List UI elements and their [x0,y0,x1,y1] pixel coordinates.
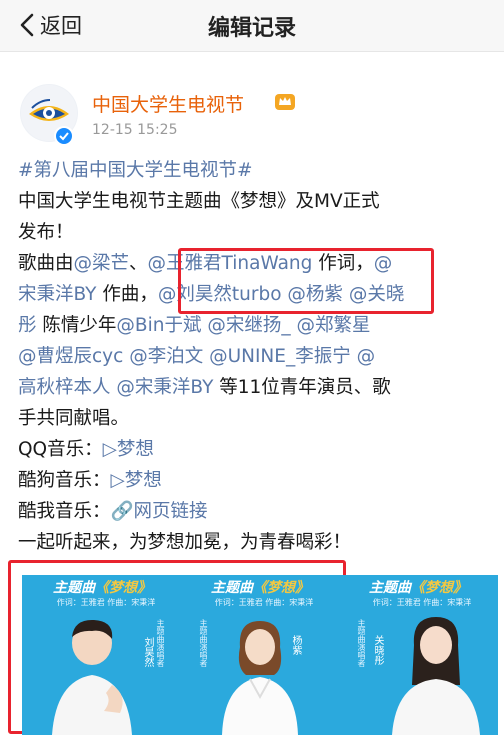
mention-link[interactable]: @宋秉洋BY [116,377,213,398]
post-text-line: 一起听起来，为梦想加冕，为青春喝彩！ [18,527,488,558]
post-text: 酷狗音乐： [18,470,111,491]
mention-link[interactable]: @曹煜辰cyc [18,346,123,367]
post-content: #第八届中国大学生电视节# 中国大学生电视节主题曲《梦想》及MV正式 发布！ 歌曲由@… [18,155,488,558]
top-bar: 返回 编辑记录 [0,0,504,52]
post-text: 陈情少年 [36,315,117,336]
poster-side-text: 主题曲演唱者 [357,619,366,667]
mention-link[interactable]: 宋秉洋BY [18,284,96,305]
post-text: 一起听起来，为梦想加冕，为青春喝彩！ [18,532,352,553]
post-text: 等11位青年演员、歌 [213,377,391,398]
singer-photo [52,619,132,735]
poster-singer-name: 关晓彤 [372,635,383,665]
singer-photo [222,621,298,735]
post-text: 歌曲由 [18,253,74,274]
verified-icon [54,126,74,146]
post-text-line: @曹煜辰cyc @李泊文 @UNINE_李振宁 @ [18,341,488,372]
post-text-line: 酷狗音乐：▷梦想 [18,465,488,496]
poster-title: 主题曲《梦想》 [369,580,467,596]
post-text: 中国大学生电视节主题曲《梦想》及MV正式 [18,191,380,212]
post-text: QQ音乐： [18,439,103,460]
poster-credits: 作词：王雅君 作曲：宋秉洋 [214,598,314,607]
mention-link[interactable]: @Bin于斌 [116,315,201,336]
poster-singer-name: 刘昊然 [142,637,153,667]
mention-link[interactable]: @梁芒 [74,253,130,274]
post-text-line: 发布！ [18,217,488,248]
page-title: 编辑记录 [207,16,296,41]
post-text-line: #第八届中国大学生电视节# [18,155,488,186]
mention-link[interactable]: @宋继扬_ [207,315,290,336]
post-text: 作曲， [96,284,158,305]
music-link[interactable]: ▷梦想 [103,439,154,460]
post-text-line: 彤 陈情少年@Bin于斌 @宋继扬_ @郑繁星 [18,310,488,341]
post-text-line: 高秋梓本人 @宋秉洋BY 等11位青年演员、歌 [18,372,488,403]
music-link[interactable]: 🔗网页链接 [111,501,208,522]
mention-link[interactable]: @ [357,346,376,367]
mention-link[interactable]: 彤 [18,315,37,336]
image-grid: 主题曲《梦想》 作词：王雅君 作曲：宋秉洋 主题曲演唱者 刘昊然 主题曲《梦想》… [0,575,504,735]
post-text-line: 手共同献唱。 [18,403,488,434]
mention-link[interactable]: @李泊文 [129,346,203,367]
post-text: 发布！ [18,222,74,243]
post-text-line: QQ音乐：▷梦想 [18,434,488,465]
hashtag-link[interactable]: #第八届中国大学生电视节# [18,160,253,181]
poster-image-1[interactable]: 主题曲《梦想》 作词：王雅君 作曲：宋秉洋 主题曲演唱者 刘昊然 [22,575,182,735]
singer-photo [392,617,480,735]
poster-title: 主题曲《梦想》 [53,580,151,596]
post-text: 、 [129,253,148,274]
post-timestamp: 12-15 15:25 [92,122,178,138]
mention-link[interactable]: @UNINE_李振宁 [209,346,351,367]
poster-image-2[interactable]: 主题曲《梦想》 作词：王雅君 作曲：宋秉洋 主题曲演唱者 杨紫 [180,575,340,735]
post-text-line: 中国大学生电视节主题曲《梦想》及MV正式 [18,186,488,217]
post-text: 酷我音乐： [18,501,111,522]
music-link[interactable]: ▷梦想 [111,470,162,491]
poster-title: 主题曲《梦想》 [211,580,309,596]
poster-credits: 作词：王雅君 作曲：宋秉洋 [56,598,156,607]
poster-credits: 作词：王雅君 作曲：宋秉洋 [372,598,472,607]
poster-image-3[interactable]: 主题曲《梦想》 作词：王雅君 作曲：宋秉洋 主题曲演唱者 关晓彤 [338,575,498,735]
poster-side-text: 主题曲演唱者 [199,619,208,667]
poster-side-text: 主题曲演唱者 [156,619,165,667]
mention-link[interactable]: @郑繁星 [297,315,371,336]
post-text: 手共同献唱。 [18,408,130,429]
vip-crown-icon [275,94,295,110]
post-text-line: 酷我音乐：🔗网页链接 [18,496,488,527]
author-name[interactable]: 中国大学生电视节 [92,90,244,117]
highlight-box-mentions [178,248,434,314]
mention-link[interactable]: 高秋梓本人 [18,377,111,398]
